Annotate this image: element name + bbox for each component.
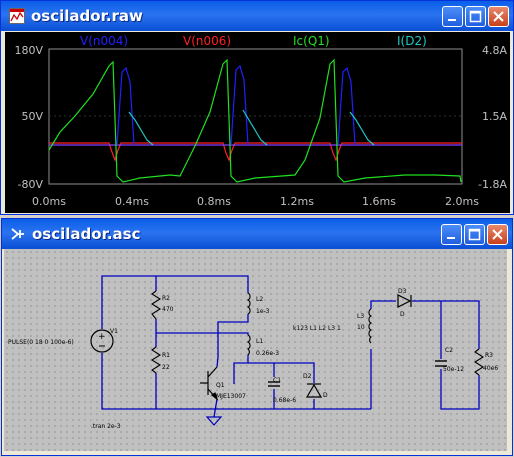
waveform-window: oscilador.raw V(n004) V(n006) Ic(Q1) I(D… xyxy=(0,0,514,215)
ground-icon xyxy=(205,416,223,426)
right-tick: 1.5A xyxy=(482,110,507,123)
schematic-app-icon xyxy=(11,228,24,240)
coupling-directive: k123 L1 L2 L3 1 xyxy=(293,325,341,332)
r1-label: R1 xyxy=(162,352,170,359)
waveform-app-icon xyxy=(9,8,25,24)
x-tick: 0.0ms xyxy=(32,195,66,208)
l2-label: L2 xyxy=(256,296,263,303)
resistor-r2[interactable] xyxy=(150,290,162,320)
source-spec-label: PULSE(0 18 0 100e-6) xyxy=(8,339,74,346)
waveform-window-title: oscilador.raw xyxy=(31,7,143,25)
d2-label: D2 xyxy=(303,373,312,380)
close-button[interactable] xyxy=(488,6,509,27)
inductor-l1[interactable] xyxy=(246,334,251,356)
x-tick: 2.0ms xyxy=(445,195,479,208)
close-icon xyxy=(493,11,504,22)
d2-value: D xyxy=(323,392,328,399)
l2-value: 1e-3 xyxy=(256,308,270,315)
l3-label: L3 xyxy=(357,313,364,320)
close-icon xyxy=(492,229,503,240)
legend-v-n004: V(n004) xyxy=(80,34,128,48)
c2-label: C2 xyxy=(445,347,453,354)
schematic-drawing[interactable]: + PULSE(0 18 0 100e-6) V1 R2 470 R1 22 L… xyxy=(4,249,507,451)
r2-label: R2 xyxy=(162,295,170,302)
waveform-chart[interactable]: V(n004) V(n006) Ic(Q1) I(D2) 180V 50V -8… xyxy=(5,32,510,213)
inductor-l3[interactable] xyxy=(368,308,373,344)
x-tick: 0.8ms xyxy=(197,195,231,208)
minimize-icon xyxy=(448,19,456,21)
legend-v-n006: V(n006) xyxy=(183,34,231,48)
maximize-icon xyxy=(469,10,482,23)
r3-label: R3 xyxy=(485,352,493,359)
d3-value: D xyxy=(400,311,405,318)
d3-label: D3 xyxy=(398,288,407,295)
v1-label: V1 xyxy=(110,328,118,335)
minimize-button[interactable] xyxy=(441,224,462,245)
l3-value: 10 xyxy=(357,324,365,331)
r3-value: 40e6 xyxy=(483,365,498,372)
maximize-button[interactable] xyxy=(464,224,485,245)
r2-value: 470 xyxy=(162,306,174,313)
left-tick: -80V xyxy=(18,178,44,191)
r1-value: 22 xyxy=(162,364,170,371)
maximize-button[interactable] xyxy=(465,6,486,27)
resistor-r1[interactable] xyxy=(150,346,162,374)
wires xyxy=(101,275,480,418)
right-tick: 4.8A xyxy=(482,44,507,57)
l1-value: 0.26e-3 xyxy=(256,350,279,357)
minimize-icon xyxy=(447,237,455,239)
x-tick: 0.4ms xyxy=(115,195,149,208)
waveform-titlebar[interactable]: oscilador.raw xyxy=(1,1,513,31)
l1-label: L1 xyxy=(256,338,263,345)
schematic-canvas[interactable]: + PULSE(0 18 0 100e-6) V1 R2 470 R1 22 L… xyxy=(4,249,507,451)
trace-v-n004 xyxy=(49,64,462,146)
svg-text:+: + xyxy=(98,332,106,342)
x-tick: 1.2ms xyxy=(280,195,314,208)
left-tick: 50V xyxy=(21,110,43,123)
left-tick: 180V xyxy=(14,44,43,57)
resistor-r3[interactable] xyxy=(473,348,485,376)
schematic-window-title: oscilador.asc xyxy=(32,225,141,243)
legend-i-d2: I(D2) xyxy=(397,34,427,48)
diode-d3[interactable] xyxy=(397,294,412,308)
trace-ic-q1 xyxy=(48,58,462,183)
inductor-l2[interactable] xyxy=(246,292,251,315)
waveform-plot[interactable]: V(n004) V(n006) Ic(Q1) I(D2) 180V 50V -8… xyxy=(5,32,510,213)
q1-label: Q1 xyxy=(216,382,225,389)
x-tick: 1.6ms xyxy=(362,195,396,208)
tran-directive: .tran 2e-3 xyxy=(91,423,121,430)
maximize-icon xyxy=(468,228,481,241)
diode-d2[interactable] xyxy=(305,383,323,398)
close-button[interactable] xyxy=(487,224,508,245)
legend-ic-q1: Ic(Q1) xyxy=(293,34,330,48)
transistor-q1[interactable] xyxy=(200,366,219,401)
c1-label: C1 xyxy=(273,377,281,384)
schematic-titlebar[interactable]: oscilador.asc xyxy=(2,219,512,249)
minimize-button[interactable] xyxy=(442,6,463,27)
right-tick: -1.8A xyxy=(478,178,507,191)
c1-value: 0.68e-6 xyxy=(273,397,296,404)
q1-value: MJE13007 xyxy=(216,393,246,400)
c2-value: 50e-12 xyxy=(443,366,464,373)
